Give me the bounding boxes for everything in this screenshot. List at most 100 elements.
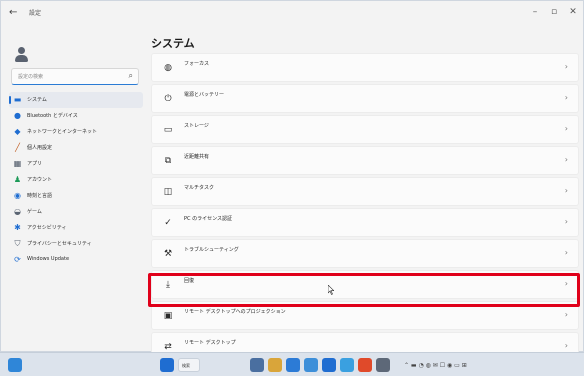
sidebar-item-apps[interactable]: ▦ アプリ bbox=[9, 156, 143, 172]
sidebar-item-label: システム bbox=[27, 97, 47, 103]
sidebar-nav: ▬ システム ● Bluetooth とデバイス ◆ ネットワークとインターネッ… bbox=[9, 92, 143, 268]
maximize-button[interactable]: ▫ bbox=[546, 5, 562, 19]
sidebar-item-bluetooth[interactable]: ● Bluetooth とデバイス bbox=[9, 108, 143, 124]
system-tray-icons[interactable]: ⌃ ▬ ◔ ◍ ✉ ☐ ◉ ▭ ⊞ bbox=[404, 362, 467, 369]
sidebar-item-label: プライバシーとセキュリティ bbox=[27, 241, 92, 247]
start-button[interactable] bbox=[160, 358, 174, 372]
close-button[interactable]: ✕ bbox=[565, 5, 581, 19]
update-icon: ⟳ bbox=[14, 255, 21, 264]
chevron-right-icon: › bbox=[564, 279, 568, 288]
nearby-share-icon: ⧉ bbox=[164, 156, 172, 166]
settings-row-projection[interactable]: ▣ リモート デスクトップへのプロジェクション › bbox=[151, 301, 579, 330]
taskbar-search-button[interactable]: 検索 bbox=[178, 358, 200, 372]
wifi-icon: ◆ bbox=[14, 127, 21, 136]
sidebar-item-label: Bluetooth とデバイス bbox=[27, 113, 78, 119]
row-title: ストレージ bbox=[184, 123, 209, 129]
chevron-right-icon: › bbox=[564, 155, 568, 164]
sidebar-item-accounts[interactable]: ♟ アカウント bbox=[9, 172, 143, 188]
shield-icon: ⛉ bbox=[14, 239, 21, 248]
sidebar-item-label: ゲーム bbox=[27, 209, 42, 215]
widgets-icon[interactable] bbox=[8, 358, 22, 372]
sidebar-item-label: 時刻と言語 bbox=[27, 193, 53, 199]
mail-icon[interactable] bbox=[322, 358, 336, 372]
sidebar-item-label: アクセシビリティ bbox=[27, 225, 67, 231]
row-title: 近距離共有 bbox=[184, 154, 210, 160]
recovery-icon: ⤓ bbox=[166, 280, 170, 290]
chevron-right-icon: › bbox=[564, 93, 568, 102]
bluetooth-icon: ● bbox=[14, 111, 21, 120]
row-title: 電源とバッテリー bbox=[184, 92, 225, 98]
brush-icon: ╱ bbox=[15, 143, 20, 152]
activation-icon: ✓ bbox=[164, 218, 172, 228]
sidebar-item-time-language[interactable]: ◉ 時刻と言語 bbox=[9, 188, 143, 204]
sidebar-item-label: Windows Update bbox=[27, 256, 70, 262]
chevron-right-icon: › bbox=[564, 186, 568, 195]
app-icon-red[interactable] bbox=[358, 358, 372, 372]
sidebar-item-label: 個人用設定 bbox=[27, 145, 53, 151]
settings-row-nearby-share[interactable]: ⧉ 近距離共有 › bbox=[151, 146, 579, 175]
person-icon: ♟ bbox=[13, 175, 22, 184]
settings-row-recovery[interactable]: ⤓ 回復 › bbox=[151, 270, 579, 299]
sidebar-item-accessibility[interactable]: ✱ アクセシビリティ bbox=[9, 220, 143, 236]
taskbar-search-label: 検索 bbox=[182, 363, 190, 368]
chevron-right-icon: › bbox=[564, 124, 568, 133]
back-arrow-icon[interactable]: ← bbox=[9, 7, 17, 18]
sidebar-item-label: ネットワークとインターネット bbox=[27, 129, 98, 135]
focus-icon: ◍ bbox=[164, 63, 172, 73]
search-icon: ⌕ bbox=[128, 71, 133, 80]
row-title: マルチタスク bbox=[184, 185, 215, 191]
app-icon[interactable] bbox=[340, 358, 354, 372]
settings-row-storage[interactable]: ▭ ストレージ › bbox=[151, 115, 579, 144]
search-placeholder: 設定の検索 bbox=[18, 74, 44, 80]
sidebar: 設定の検索 ⌕ ▬ システム ● Bluetooth とデバイス ◆ ネットワー… bbox=[1, 25, 147, 353]
settings-list: ◍ フォーカス › ⏻ 電源とバッテリー › ▭ ストレージ › ⧉ 近距離共有 bbox=[151, 53, 579, 363]
chevron-right-icon: › bbox=[564, 310, 568, 319]
gamepad-icon: ◒ bbox=[14, 207, 21, 216]
storage-icon: ▭ bbox=[163, 125, 173, 135]
chevron-right-icon: › bbox=[564, 62, 568, 71]
settings-row-troubleshoot[interactable]: ⚒ トラブルシューティング › bbox=[151, 239, 579, 268]
multitasking-icon: ◫ bbox=[163, 187, 173, 197]
settings-window: ← 設定 – ▫ ✕ 設定の検索 ⌕ ▬ システム ● Bluetooth とデ… bbox=[0, 0, 584, 361]
accessibility-icon: ✱ bbox=[14, 223, 21, 232]
sidebar-item-label: アプリ bbox=[27, 161, 43, 167]
sidebar-item-network[interactable]: ◆ ネットワークとインターネット bbox=[9, 124, 143, 140]
sidebar-item-windows-update[interactable]: ⟳ Windows Update bbox=[9, 252, 143, 268]
settings-row-focus[interactable]: ◍ フォーカス › bbox=[151, 53, 579, 82]
title-bar: ← 設定 – ▫ ✕ bbox=[1, 1, 584, 25]
troubleshoot-icon: ⚒ bbox=[163, 249, 173, 259]
settings-row-multitasking[interactable]: ◫ マルチタスク › bbox=[151, 177, 579, 206]
chevron-right-icon: › bbox=[564, 341, 568, 350]
apps-icon: ▦ bbox=[13, 159, 22, 168]
monitor-icon: ▬ bbox=[13, 95, 22, 104]
taskbar: 検索 ⌃ ▬ ◔ ◍ ✉ ☐ ◉ ▭ ⊞ bbox=[0, 352, 584, 376]
mouse-cursor-icon bbox=[328, 285, 334, 295]
row-title: トラブルシューティング bbox=[184, 247, 239, 253]
sidebar-item-label: アカウント bbox=[27, 177, 53, 183]
sidebar-item-gaming[interactable]: ◒ ゲーム bbox=[9, 204, 143, 220]
task-view-icon[interactable] bbox=[250, 358, 264, 372]
edge-browser-icon[interactable] bbox=[286, 358, 300, 372]
main-content: システム ◍ フォーカス › ⏻ 電源とバッテリー › ▭ ストレージ › ⧉ bbox=[147, 25, 584, 361]
minimize-button[interactable]: – bbox=[527, 5, 543, 19]
settings-row-power[interactable]: ⏻ 電源とバッテリー › bbox=[151, 84, 579, 113]
search-input[interactable]: 設定の検索 ⌕ bbox=[11, 68, 139, 85]
power-icon: ⏻ bbox=[164, 94, 172, 104]
app-title: 設定 bbox=[29, 10, 42, 17]
projection-icon: ▣ bbox=[163, 311, 173, 321]
row-title: 回復 bbox=[184, 278, 195, 284]
settings-row-activation[interactable]: ✓ PC のライセンス認証 › bbox=[151, 208, 579, 237]
chevron-right-icon: › bbox=[564, 248, 568, 257]
sidebar-item-personalization[interactable]: ╱ 個人用設定 bbox=[9, 140, 143, 156]
settings-taskbar-icon[interactable] bbox=[376, 358, 390, 372]
row-title: リモート デスクトップ bbox=[184, 340, 236, 346]
file-explorer-icon[interactable] bbox=[268, 358, 282, 372]
page-title: システム bbox=[151, 37, 195, 50]
store-icon[interactable] bbox=[304, 358, 318, 372]
sidebar-item-system[interactable]: ▬ システム bbox=[9, 92, 143, 108]
globe-clock-icon: ◉ bbox=[14, 191, 21, 200]
chevron-right-icon: › bbox=[564, 217, 568, 226]
row-title: PC のライセンス認証 bbox=[184, 216, 232, 222]
sidebar-item-privacy[interactable]: ⛉ プライバシーとセキュリティ bbox=[9, 236, 143, 252]
row-title: フォーカス bbox=[184, 61, 210, 67]
